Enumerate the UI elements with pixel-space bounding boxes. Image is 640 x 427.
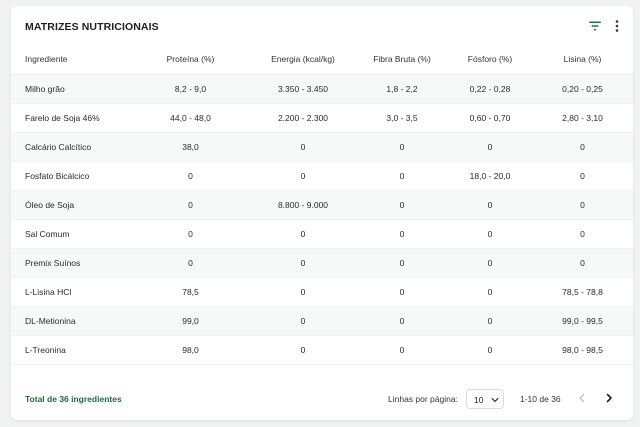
ingredient-name-cell: Farelo de Soja 46% — [11, 103, 131, 133]
table-cell: 0 — [250, 335, 356, 365]
table-cell: 0 — [131, 190, 250, 220]
table-row[interactable]: Premix Suínos 0 0 0 0 0 — [11, 248, 633, 278]
table-cell: 0 — [448, 306, 532, 336]
table-cell: 0 — [356, 132, 448, 162]
table-cell: 1,8 - 2,2 — [356, 74, 448, 104]
more-vertical-icon[interactable] — [609, 18, 625, 34]
table-footer: Total de 36 ingredientes Linhas por pági… — [11, 382, 633, 412]
table-cell: 3.350 - 3.450 — [250, 74, 356, 104]
table-cell: 0 — [250, 277, 356, 307]
table-cell: 0 — [356, 219, 448, 249]
table-cell: 8,2 - 9,0 — [131, 74, 250, 104]
table-cell: 0 — [532, 190, 633, 220]
chevron-left-icon[interactable] — [574, 390, 590, 406]
table-row[interactable]: Calcário Calcítico 38,0 0 0 0 0 — [11, 132, 633, 162]
table-cell: 78,5 - 78,8 — [532, 277, 633, 307]
column-header[interactable]: Fósforo (%) — [448, 45, 532, 75]
table-cell: 0 — [448, 277, 532, 307]
table-cell: 0 — [250, 306, 356, 336]
rows-per-page-value: 10 — [474, 395, 484, 405]
table-row[interactable]: Milho grão 8,2 - 9,0 3.350 - 3.450 1,8 - 2,… — [11, 74, 633, 104]
table-cell: 0 — [131, 248, 250, 278]
ingredient-name-cell: DL-Metionina — [11, 306, 131, 336]
chevron-down-icon — [491, 398, 499, 402]
column-header[interactable]: Ingrediente — [11, 45, 131, 75]
table-cell: 0 — [532, 132, 633, 162]
table-cell: 0 — [532, 161, 633, 191]
table-cell: 98,0 - 98,5 — [532, 335, 633, 365]
table-cell: 0 — [356, 335, 448, 365]
ingredient-name-cell: Óleo de Soja — [11, 190, 131, 220]
ingredient-name-cell: Fosfato Bicálcico — [11, 161, 131, 191]
table-cell: 0 — [532, 248, 633, 278]
card-title: MATRIZES NUTRICIONAIS — [25, 21, 159, 33]
table-row[interactable]: DL-Metionina 99,0 0 0 0 99,0 - 99,5 — [11, 306, 633, 336]
table-row[interactable]: Farelo de Soja 46% 44,0 - 48,0 2.200 - 2.3… — [11, 103, 633, 133]
ingredient-name-cell: L-Treonina — [11, 335, 131, 365]
table-cell: 2.200 - 2.300 — [250, 103, 356, 133]
ingredient-name-cell: Milho grão — [11, 74, 131, 104]
table-cell: 2,80 - 3,10 — [532, 103, 633, 133]
table-cell: 0 — [250, 219, 356, 249]
table-cell: 38,0 — [131, 132, 250, 162]
filter-icon[interactable] — [587, 18, 603, 34]
table-cell: 0 — [131, 161, 250, 191]
ingredient-name-cell: Calcário Calcítico — [11, 132, 131, 162]
column-header[interactable]: Lisina (%) — [532, 45, 633, 75]
rows-per-page-select[interactable]: 10 — [466, 389, 504, 409]
table-row[interactable]: Fosfato Bicálcico 0 0 0 18,0 - 20,0 0 — [11, 161, 633, 191]
table-row[interactable]: L-Lisina HCl 78,5 0 0 0 78,5 - 78,8 — [11, 277, 633, 307]
table-cell: 0 — [250, 132, 356, 162]
table-cell: 0 — [131, 219, 250, 249]
table-cell: 0 — [250, 248, 356, 278]
table-cell: 98,0 — [131, 335, 250, 365]
column-header[interactable]: Fibra Bruta (%) — [356, 45, 448, 75]
card-header: MATRIZES NUTRICIONAIS — [11, 6, 633, 46]
ingredient-name-cell: L-Lisina HCl — [11, 277, 131, 307]
ingredient-name-cell: Premix Suínos — [11, 248, 131, 278]
table-cell: 0 — [448, 132, 532, 162]
table-cell: 0,22 - 0,28 — [448, 74, 532, 104]
table-cell: 0 — [448, 190, 532, 220]
table-cell: 44,0 - 48,0 — [131, 103, 250, 133]
table-cell: 0 — [356, 248, 448, 278]
table-cell: 0 — [356, 161, 448, 191]
table-cell: 0 — [356, 190, 448, 220]
table-row[interactable]: L-Treonina 98,0 0 0 0 98,0 - 98,5 — [11, 335, 633, 365]
table-cell: 0 — [448, 248, 532, 278]
table-cell: 0 — [532, 219, 633, 249]
nutrition-table: Ingrediente Proteína (%) Energia (kcal/kg)… — [11, 45, 633, 365]
table-cell: 0 — [356, 306, 448, 336]
table-header-row: Ingrediente Proteína (%) Energia (kcal/kg)… — [11, 45, 633, 75]
table-cell: 18,0 - 20,0 — [448, 161, 532, 191]
pagination-range: 1-10 de 36 — [520, 394, 561, 404]
table-cell: 99,0 — [131, 306, 250, 336]
chevron-right-icon[interactable] — [601, 390, 617, 406]
table-cell: 0,60 - 0,70 — [448, 103, 532, 133]
table-row[interactable]: Sal Comum 0 0 0 0 0 — [11, 219, 633, 249]
table-cell: 0 — [448, 219, 532, 249]
table-cell: 0,20 - 0,25 — [532, 74, 633, 104]
table-cell: 0 — [250, 161, 356, 191]
table-cell: 3,0 - 3,5 — [356, 103, 448, 133]
table-body: Milho grão 8,2 - 9,0 3.350 - 3.450 1,8 - 2,… — [11, 74, 633, 365]
column-header[interactable]: Proteína (%) — [131, 45, 250, 75]
table-cell: 8.800 - 9.000 — [250, 190, 356, 220]
column-header[interactable]: Energia (kcal/kg) — [250, 45, 356, 75]
table-cell: 78,5 — [131, 277, 250, 307]
table-row[interactable]: Óleo de Soja 0 8.800 - 9.000 0 0 0 — [11, 190, 633, 220]
total-count: Total de 36 ingredientes — [25, 394, 122, 404]
nutrition-matrix-card: MATRIZES NUTRICIONAIS Ingrediente Proteín… — [11, 6, 633, 420]
ingredient-name-cell: Sal Comum — [11, 219, 131, 249]
table-cell: 99,0 - 99,5 — [532, 306, 633, 336]
table-cell: 0 — [448, 335, 532, 365]
rows-per-page-label: Linhas por página: — [388, 394, 458, 404]
table-cell: 0 — [356, 277, 448, 307]
